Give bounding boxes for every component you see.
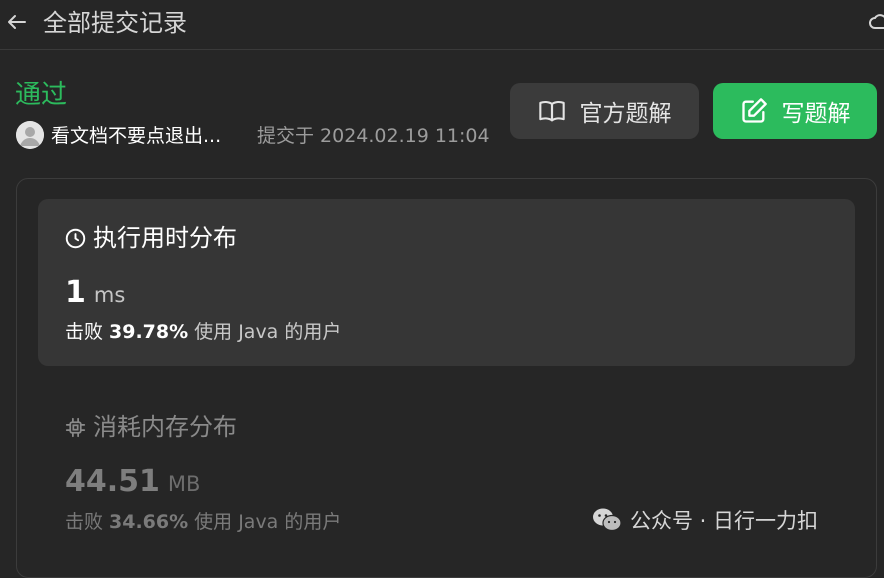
write-solution-label: 写题解 xyxy=(781,101,851,127)
runtime-beat-percent: 39.78% xyxy=(109,321,189,343)
page-title: 全部提交记录 xyxy=(43,9,187,37)
user-avatar-icon xyxy=(16,121,44,149)
chip-icon xyxy=(65,417,86,437)
runtime-title: 执行用时分布 xyxy=(65,222,237,254)
watermark: 公众号 · 日行一力扣 xyxy=(592,505,818,535)
write-solution-button[interactable]: 写题解 xyxy=(713,83,877,139)
runtime-beat-prefix: 击败 xyxy=(65,321,104,343)
official-solution-label: 官方题解 xyxy=(579,101,672,127)
memory-beat-prefix: 击败 xyxy=(65,511,104,533)
memory-value: 44.51 xyxy=(65,464,160,499)
memory-title[interactable]: 消耗内存分布 xyxy=(65,411,237,443)
edit-icon xyxy=(741,98,767,123)
runtime-beat: 击败 39.78% 使用 Java 的用户 xyxy=(65,318,341,346)
memory-beat-suffix: 使用 Java 的用户 xyxy=(194,511,342,533)
watermark-text: 公众号 · 日行一力扣 xyxy=(630,509,819,533)
official-solution-button[interactable]: 官方题解 xyxy=(510,83,699,139)
header-bar: 全部提交记录 xyxy=(0,0,884,50)
submit-time-label: 提交于 xyxy=(257,125,315,147)
memory-unit: MB xyxy=(167,472,201,496)
memory-beat-percent: 34.66% xyxy=(109,511,189,533)
memory-metric: 44.51 MB xyxy=(65,464,200,499)
submission-status: 通过 xyxy=(15,80,68,110)
submit-time-value: 2024.02.19 11:04 xyxy=(320,125,490,147)
arrow-left-icon[interactable] xyxy=(5,10,29,34)
clock-icon xyxy=(65,228,86,248)
runtime-beat-suffix: 使用 Java 的用户 xyxy=(194,321,342,343)
runtime-title-text: 执行用时分布 xyxy=(93,224,237,252)
cloud-icon[interactable] xyxy=(868,10,884,34)
book-open-icon xyxy=(538,101,565,122)
memory-beat: 击败 34.66% 使用 Java 的用户 xyxy=(65,508,341,536)
submit-time: 提交于 2024.02.19 11:04 xyxy=(257,122,490,150)
username[interactable]: 看文档不要点退出... xyxy=(51,122,221,150)
wechat-icon xyxy=(593,508,622,532)
runtime-metric: 1 ms xyxy=(65,275,125,310)
avatar[interactable] xyxy=(16,121,44,149)
runtime-unit: ms xyxy=(93,283,126,307)
memory-title-text: 消耗内存分布 xyxy=(93,413,237,441)
runtime-value: 1 xyxy=(65,275,86,310)
